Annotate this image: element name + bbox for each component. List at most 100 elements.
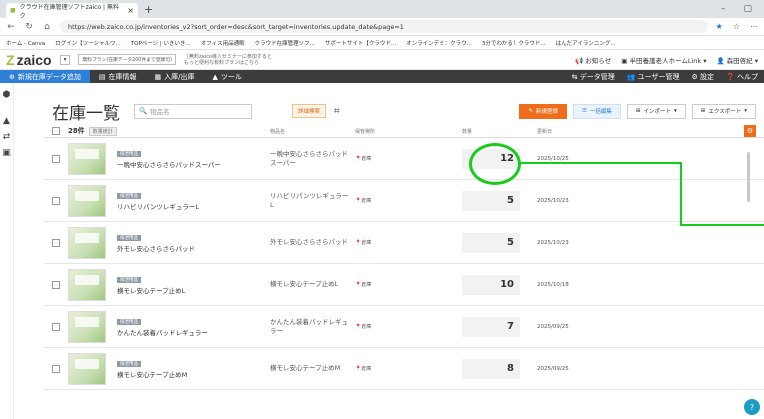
refresh-icon[interactable]: ↻ bbox=[24, 22, 34, 32]
edit-icon: ✎ bbox=[528, 108, 533, 114]
row-checkbox[interactable] bbox=[52, 364, 60, 373]
nav-settings-label: 設定 bbox=[700, 72, 715, 81]
rail-box-icon[interactable]: ⬢ bbox=[0, 90, 13, 100]
table-row[interactable]: 排泄用品 リハビリパンツレギュラーL リハビリパンツレギュラーL 📍倉庫 5 2025/1… bbox=[44, 180, 764, 222]
more-icon[interactable]: ⋯ bbox=[750, 22, 758, 31]
category-tag: 排泄用品 bbox=[117, 361, 141, 367]
bookmark-item[interactable]: オフィス用品通販 bbox=[201, 39, 245, 47]
col-date-header[interactable]: 更新日 bbox=[537, 128, 552, 135]
nav-help[interactable]: ❓ ヘルプ bbox=[726, 72, 758, 82]
table-header: 28件 数量統計 物品名 保管場所 数量 更新日 ⚙ bbox=[44, 125, 764, 138]
browser-tab[interactable]: ■ クラウド在庫管理ソフトzaico | 無料ク × bbox=[6, 3, 138, 20]
nav-data-mgmt[interactable]: ⇆ データ管理 bbox=[572, 72, 615, 82]
category-tag: 排泄用品 bbox=[117, 193, 141, 199]
plus-circle-icon: ⊕ bbox=[9, 72, 15, 81]
product-thumbnail[interactable] bbox=[68, 184, 106, 217]
bookmark-item[interactable]: オンラインデミ：クラウ... bbox=[406, 39, 472, 47]
bookmark-item[interactable]: TOPページ | いきいき... bbox=[131, 39, 191, 47]
plan-badge[interactable]: 無料プラン(在庫データ200件まで登録可) bbox=[78, 54, 176, 65]
table-row[interactable]: 排泄用品 横モレ安心テープ止めM 横モレ安心テープ止めM 📍倉庫 8 2025/09/25 bbox=[44, 348, 764, 390]
import-button[interactable]: ⊞ インポート ▾ bbox=[626, 103, 686, 119]
quantity-cell[interactable]: 5 bbox=[462, 190, 520, 211]
nav-in-out[interactable]: ▦ 入庫/出庫 bbox=[146, 70, 204, 83]
bookmark-item[interactable]: ログイン【ツーシャルワ... bbox=[55, 39, 121, 47]
table-row[interactable]: 排泄用品 一晩中安心さらさらパッドスーパー 一晩中安心さらさらパッドスーパー 📍倉庫 1… bbox=[44, 138, 764, 180]
import-chevron-icon: ▾ bbox=[674, 108, 677, 114]
list-toolbar: 在庫一覧 🔍 物品名 詳細検索 ⌗ ✎ 新規登録 ☰ 一括編集 ⊞ インポート ▾ ⊞ エ… bbox=[44, 97, 764, 125]
star-icon[interactable]: ★ bbox=[716, 22, 723, 31]
bookmark-item[interactable]: ホーム - Canva bbox=[6, 39, 45, 47]
table-row[interactable]: 排泄用品 かんたん装着パッドレギュラー かんたん装着パッドレギュラー 📍倉庫 7 2025… bbox=[44, 306, 764, 348]
quantity-cell[interactable]: 5 bbox=[462, 232, 520, 253]
highlight-line bbox=[680, 162, 682, 226]
nav-tools[interactable]: ▲ ツール bbox=[203, 70, 250, 83]
barcode-scan-icon[interactable]: ⌗ bbox=[334, 106, 340, 117]
org-link[interactable]: ▣ 半田養護老人ホームLink ▾ bbox=[621, 55, 706, 65]
account-select[interactable]: ▾ bbox=[59, 54, 71, 65]
row-checkbox[interactable] bbox=[52, 280, 60, 289]
col-name-header[interactable]: 物品名 bbox=[270, 128, 285, 135]
restore-icon[interactable]: ▢ bbox=[743, 4, 752, 14]
table-row[interactable]: 排泄用品 外モレ安心さらさらパッド 外モレ安心さらさらパッド 📍倉庫 5 2025/10/… bbox=[44, 222, 764, 264]
product-thumbnail[interactable] bbox=[68, 310, 106, 343]
bookmark-item[interactable]: サポートサイト【クラウド... bbox=[325, 39, 396, 47]
notice-link[interactable]: 📢 お知らせ bbox=[575, 55, 611, 65]
export-button[interactable]: ⊞ エクスポート ▾ bbox=[691, 103, 756, 119]
window-controls: – ▢ bbox=[721, 4, 764, 14]
zaico-logo[interactable]: Z zaico bbox=[6, 52, 52, 68]
product-thumbnail[interactable] bbox=[68, 268, 106, 301]
app-header: Z zaico ▾ 無料プラン(在庫データ200件まで登録可) ［無料zaico… bbox=[0, 50, 764, 70]
back-icon[interactable]: ← bbox=[6, 22, 16, 32]
nav-settings[interactable]: ⚙ 設定 bbox=[692, 72, 715, 82]
minimize-icon[interactable]: – bbox=[721, 4, 726, 14]
home-icon[interactable]: ⌂ bbox=[42, 22, 52, 32]
bookmark-item[interactable]: はんだアイランニング... bbox=[556, 39, 616, 47]
column-settings-gear-icon[interactable]: ⚙ bbox=[744, 125, 756, 137]
table-row[interactable]: 排泄用品 横モレ安心テープ止めL 横モレ安心テープ止めL 📍倉庫 10 2025/10/1… bbox=[44, 264, 764, 306]
nav-add-item[interactable]: ⊕ 新規在庫データ追加 bbox=[0, 70, 90, 83]
product-thumbnail[interactable] bbox=[68, 142, 106, 175]
quantity-cell[interactable]: 8 bbox=[462, 358, 520, 379]
select-all-checkbox[interactable] bbox=[52, 127, 60, 135]
row-checkbox[interactable] bbox=[52, 322, 60, 331]
scrollbar[interactable] bbox=[747, 152, 750, 202]
promo-text[interactable]: ［無料zaico導入セミナーに参加すると もっと便利な有料プランはこちら bbox=[184, 54, 272, 66]
row-checkbox[interactable] bbox=[52, 238, 60, 247]
url-field[interactable]: https://web.zaico.co.jp/inventories_v2?s… bbox=[60, 20, 708, 33]
user-link[interactable]: 👤 森田啓紀 ▾ bbox=[716, 55, 758, 65]
quantity-cell[interactable]: 10 bbox=[462, 274, 520, 295]
close-tab-icon[interactable]: × bbox=[127, 6, 134, 15]
nav-inout-label: 入庫/出庫 bbox=[164, 72, 195, 81]
new-register-button[interactable]: ✎ 新規登録 bbox=[519, 103, 567, 119]
nav-right: ⇆ データ管理 👥 ユーザー管理 ⚙ 設定 ❓ ヘルプ bbox=[572, 72, 764, 82]
count-badge[interactable]: 数量統計 bbox=[88, 126, 117, 136]
rail-doc-icon[interactable]: ▣ bbox=[0, 148, 13, 158]
bulk-edit-button[interactable]: ☰ 一括編集 bbox=[572, 103, 621, 119]
bookmarks-bar: ホーム - Canva ログイン【ツーシャルワ... TOPページ | いきいき..… bbox=[0, 36, 764, 50]
product-thumbnail[interactable] bbox=[68, 226, 106, 259]
search-input[interactable]: 🔍 物品名 bbox=[134, 103, 252, 119]
new-register-label: 新規登録 bbox=[535, 109, 558, 115]
location-label: 倉庫 bbox=[361, 282, 372, 288]
quantity-cell[interactable]: 7 bbox=[462, 316, 520, 337]
location-label: 倉庫 bbox=[361, 240, 372, 246]
bookmark-item[interactable]: 3分でわかる！クラウド... bbox=[482, 39, 546, 47]
row-checkbox[interactable] bbox=[52, 196, 60, 205]
col-location-header[interactable]: 保管場所 bbox=[355, 128, 375, 135]
nav-user-mgmt[interactable]: 👥 ユーザー管理 bbox=[627, 72, 680, 82]
col-qty-header[interactable]: 数量 bbox=[462, 128, 472, 135]
extensions-icon[interactable]: ☆ bbox=[733, 22, 740, 31]
product-thumbnail[interactable] bbox=[68, 352, 106, 385]
help-chat-icon[interactable]: ? bbox=[744, 399, 760, 415]
row-checkbox[interactable] bbox=[52, 154, 60, 163]
bookmark-item[interactable]: クラウド在庫管理ソフ... bbox=[255, 39, 315, 47]
update-date: 2025/09/25 bbox=[537, 365, 569, 372]
rail-share-icon[interactable]: ⇄ bbox=[0, 132, 13, 142]
nav-inventory-info[interactable]: ▤ 在庫情報 bbox=[90, 70, 146, 83]
logo-mark-icon: Z bbox=[6, 51, 15, 68]
new-tab-icon[interactable]: + bbox=[144, 3, 153, 16]
update-date: 2025/10/23 bbox=[537, 197, 569, 204]
rail-bell-icon[interactable]: ▲ bbox=[0, 116, 13, 126]
bulk-edit-label: 一括編集 bbox=[589, 109, 612, 115]
advanced-search-button[interactable]: 詳細検索 bbox=[292, 104, 327, 118]
